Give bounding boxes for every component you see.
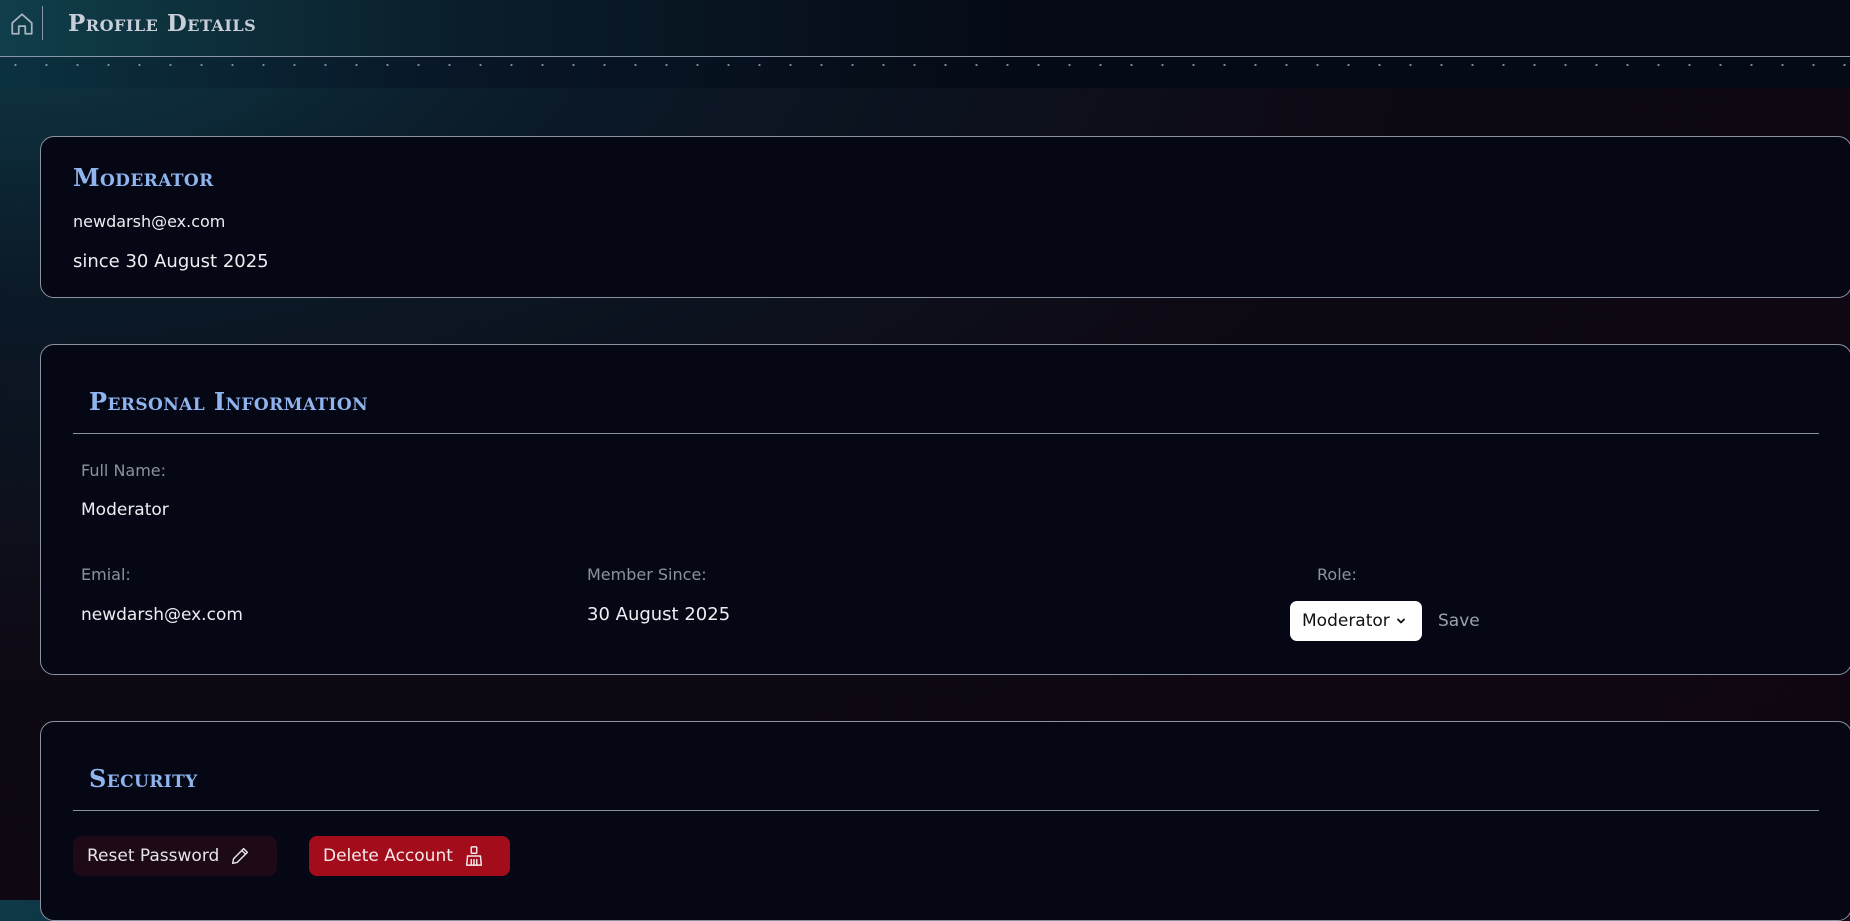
delete-account-button[interactable]: Delete Account (309, 836, 510, 876)
full-name-label: Full Name: (81, 461, 167, 480)
top-bar: Profile Details (0, 0, 1850, 57)
section-divider (73, 433, 1819, 434)
security-card: Security Reset Password Delete Account (40, 721, 1850, 921)
personal-info-title: Personal Information (89, 387, 369, 416)
profile-email: newdarsh@ex.com (73, 212, 226, 231)
member-since-label: Member Since: (587, 565, 707, 584)
header-divider (42, 6, 43, 40)
chevron-down-icon (1396, 618, 1405, 624)
broom-icon (465, 846, 482, 866)
reset-password-label: Reset Password (87, 846, 220, 866)
reset-password-button[interactable]: Reset Password (73, 836, 277, 876)
full-name-value: Moderator (81, 500, 169, 520)
pencil-icon (232, 847, 249, 865)
role-select[interactable]: Moderator (1290, 601, 1422, 641)
home-icon[interactable] (9, 11, 35, 37)
save-role-button[interactable]: Save (1438, 611, 1480, 631)
profile-summary-card: Moderator newdarsh@ex.com since 30 Augus… (40, 136, 1850, 298)
personal-info-card: Personal Information Full Name: Moderato… (40, 344, 1850, 675)
member-since-value: 30 August 2025 (587, 604, 731, 625)
email-label: Emial: (81, 565, 131, 584)
email-value: newdarsh@ex.com (81, 605, 243, 625)
page-title: Profile Details (68, 10, 257, 37)
delete-account-label: Delete Account (323, 846, 453, 866)
profile-name: Moderator (73, 163, 214, 192)
role-selected-value: Moderator (1302, 611, 1390, 631)
profile-since: since 30 August 2025 (73, 251, 269, 272)
section-divider (73, 810, 1819, 811)
role-label: Role: (1317, 565, 1357, 584)
security-title: Security (89, 764, 198, 793)
header-dotted-divider (0, 57, 1850, 88)
